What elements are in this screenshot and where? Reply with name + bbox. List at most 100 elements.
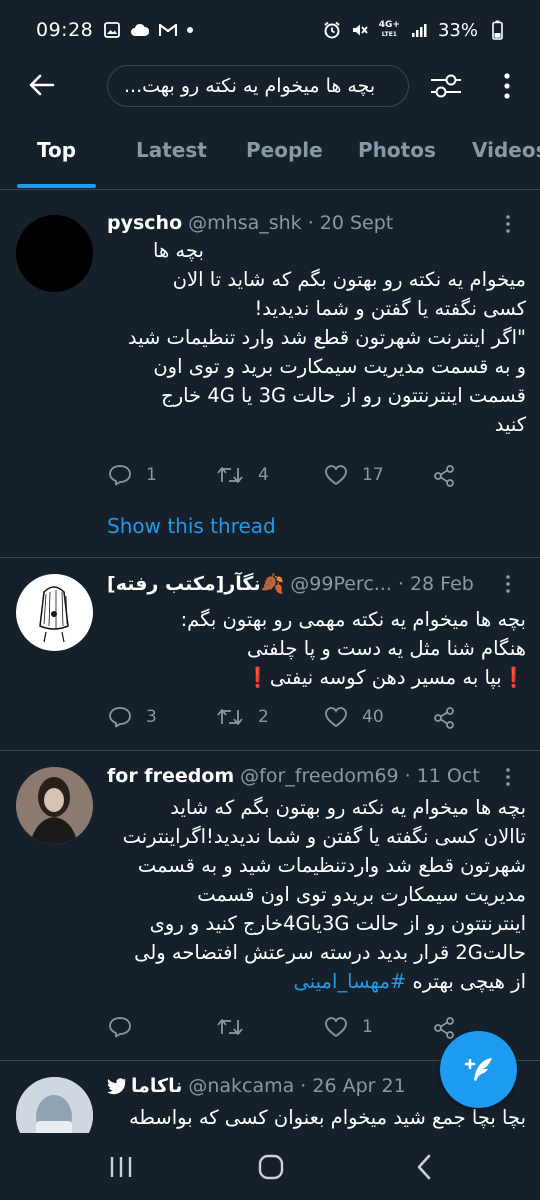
tweet-card[interactable]: for freedom @for_freedom69 · 11 Oct بچه …	[0, 751, 540, 1061]
retweet-icon	[217, 709, 243, 725]
gmail-icon	[159, 21, 178, 39]
reply-button[interactable]: 1	[108, 464, 157, 486]
author-name[interactable]: ناکاما	[131, 1075, 182, 1097]
battery-percent: 33%	[437, 19, 478, 41]
tweet-date: · 11 Oct	[404, 765, 480, 787]
tab-top[interactable]: Top	[37, 138, 76, 162]
search-query: بچه ها میخوام یه نکته رو بهت...	[124, 75, 376, 97]
status-right: 4G+ LTE1 33%	[323, 20, 506, 41]
share-icon	[434, 1017, 454, 1039]
tweet-actions: 1	[108, 1016, 468, 1046]
tweet-line: بچه ها میخوام یه نکته مهمی رو بهتون بگم:	[180, 608, 526, 631]
search-header: بچه ها میخوام یه نکته رو بهت...	[0, 60, 540, 110]
like-count: 1	[362, 1017, 373, 1037]
retweet-button[interactable]	[216, 1016, 258, 1038]
tab-videos[interactable]: Videos	[472, 138, 540, 162]
tweet-more-button[interactable]	[498, 212, 518, 236]
author-name[interactable]: [مکتب رفته]نگآر🍂	[107, 572, 284, 595]
tweet-text: بچه ها میخوام یه نکته مهمی رو بهتون بگم:…	[107, 605, 526, 692]
tweet-line: حالت2G قرار بدید درسته سرعتش افتضاحه ولی	[134, 941, 526, 964]
like-button[interactable]: 17	[324, 464, 384, 486]
tweet-line: بچه ها میخوام یه نکته رو بهتون بگم که شا…	[170, 796, 526, 819]
tweet-text: بچا بچا جمع شید میخوام بعنوان کسی که بوا…	[107, 1103, 526, 1132]
tweet-line: "اگر اینترنت شهرتون قطع شد وارد تنظیمات …	[127, 326, 526, 349]
status-left: 09:28	[36, 19, 194, 41]
like-button[interactable]: 1	[324, 1016, 373, 1038]
more-vertical-icon	[506, 768, 510, 786]
avatar[interactable]	[16, 767, 93, 844]
author-handle: @mhsa_shk	[188, 212, 302, 234]
hashtag-link[interactable]: #مهسا_امینی	[294, 970, 407, 993]
tweet-date: · 26 Apr 21	[300, 1075, 406, 1097]
avatar[interactable]	[16, 1077, 93, 1133]
like-button[interactable]: 40	[324, 706, 384, 728]
reply-icon	[109, 707, 131, 728]
share-button[interactable]	[432, 706, 456, 730]
sliders-icon	[431, 74, 461, 98]
avatar[interactable]	[16, 574, 93, 651]
more-vertical-icon	[506, 215, 510, 233]
signal-icon	[410, 21, 428, 39]
tweet-line: بچا بچا جمع شید میخوام بعنوان کسی که بوا…	[128, 1106, 526, 1129]
tweet-line: ❗بپا به مسیر دهن کوسه نیفتی❗	[245, 666, 526, 689]
status-time: 09:28	[36, 19, 94, 41]
avatar[interactable]	[16, 215, 93, 292]
author-name[interactable]: for freedom	[107, 765, 234, 787]
gallery-icon	[103, 21, 121, 39]
retweet-button[interactable]: 4	[216, 464, 269, 486]
tweet-line: و به قسمت مدیریت سیمکارت برید و توی اون	[153, 355, 526, 378]
back-button[interactable]	[20, 63, 64, 107]
heart-icon	[325, 465, 347, 486]
person-photo-avatar-icon	[16, 1077, 93, 1133]
mute-icon	[351, 21, 369, 39]
home-button[interactable]	[251, 1149, 291, 1185]
retweet-icon	[217, 1019, 243, 1035]
reply-icon	[109, 1017, 131, 1038]
tweet-card[interactable]: [مکتب رفته]نگآر🍂 @99Perc... · 28 Feb بچه…	[0, 558, 540, 751]
tweet-text: بچه ها میخوام یه نکته رو بهتون بگم که شا…	[107, 236, 526, 439]
compose-feather-icon	[464, 1057, 492, 1081]
tweet-header: for freedom @for_freedom69 · 11 Oct	[107, 765, 500, 787]
recent-apps-button[interactable]	[101, 1149, 141, 1185]
share-icon	[434, 707, 454, 729]
retweet-icon	[217, 467, 243, 483]
share-button[interactable]	[432, 464, 456, 488]
tweet-date: · 20 Sept	[307, 212, 394, 234]
tweet-line: شهرتون قطع شد واردتنظیمات شید و به قسمت	[137, 854, 526, 877]
tweet-more-button[interactable]	[498, 572, 518, 596]
tweet-more-button[interactable]	[498, 765, 518, 789]
tweet-actions: 3 2 40	[108, 706, 468, 736]
tweet-line: اینترنتتون رو از حالت 3Gیا4Gخارج کنید و …	[149, 912, 526, 935]
battery-icon	[488, 20, 506, 40]
share-icon	[434, 465, 454, 487]
tweet-text: بچه ها میخوام یه نکته رو بهتون بگم که شا…	[107, 793, 526, 996]
author-handle: @nakcama	[188, 1075, 295, 1097]
retweet-button[interactable]: 2	[216, 706, 269, 728]
tab-people[interactable]: People	[246, 138, 323, 162]
back-nav-button[interactable]	[404, 1149, 444, 1185]
author-name[interactable]: pyscho	[107, 212, 182, 234]
search-input[interactable]: بچه ها میخوام یه نکته رو بهت...	[107, 65, 409, 107]
home-icon	[258, 1154, 284, 1180]
share-button[interactable]	[432, 1016, 456, 1040]
tab-latest[interactable]: Latest	[136, 138, 207, 162]
overflow-menu-button[interactable]	[492, 66, 522, 106]
tweet-actions: 1 4 17	[108, 464, 468, 494]
search-tabs: Top Latest People Photos Videos	[0, 124, 540, 190]
back-chevron-icon	[417, 1154, 431, 1180]
tweet-header: [مکتب رفته]نگآر🍂 @99Perc... · 28 Feb	[107, 572, 500, 596]
tweet-line: میخوام یه نکته رو بهتون بگم که شاید تا ا…	[172, 268, 526, 291]
back-arrow-icon	[29, 74, 55, 96]
reply-button[interactable]	[108, 1016, 146, 1038]
compose-tweet-button[interactable]	[440, 1031, 517, 1108]
active-tab-indicator	[17, 184, 96, 188]
search-filter-button[interactable]	[426, 66, 466, 106]
system-navigation-bar	[0, 1133, 540, 1200]
reply-button[interactable]: 3	[108, 706, 157, 728]
show-thread-link[interactable]: Show this thread	[107, 514, 276, 538]
tweet-card[interactable]: pyscho @mhsa_shk · 20 Sept بچه ها میخوام…	[0, 198, 540, 558]
reply-count: 3	[146, 707, 157, 727]
network-label: 4G+	[378, 20, 400, 30]
tab-photos[interactable]: Photos	[358, 138, 436, 162]
tweet-line: قسمت اینترنتتون رو از حالت 3G یا 4G خارج	[161, 384, 526, 407]
